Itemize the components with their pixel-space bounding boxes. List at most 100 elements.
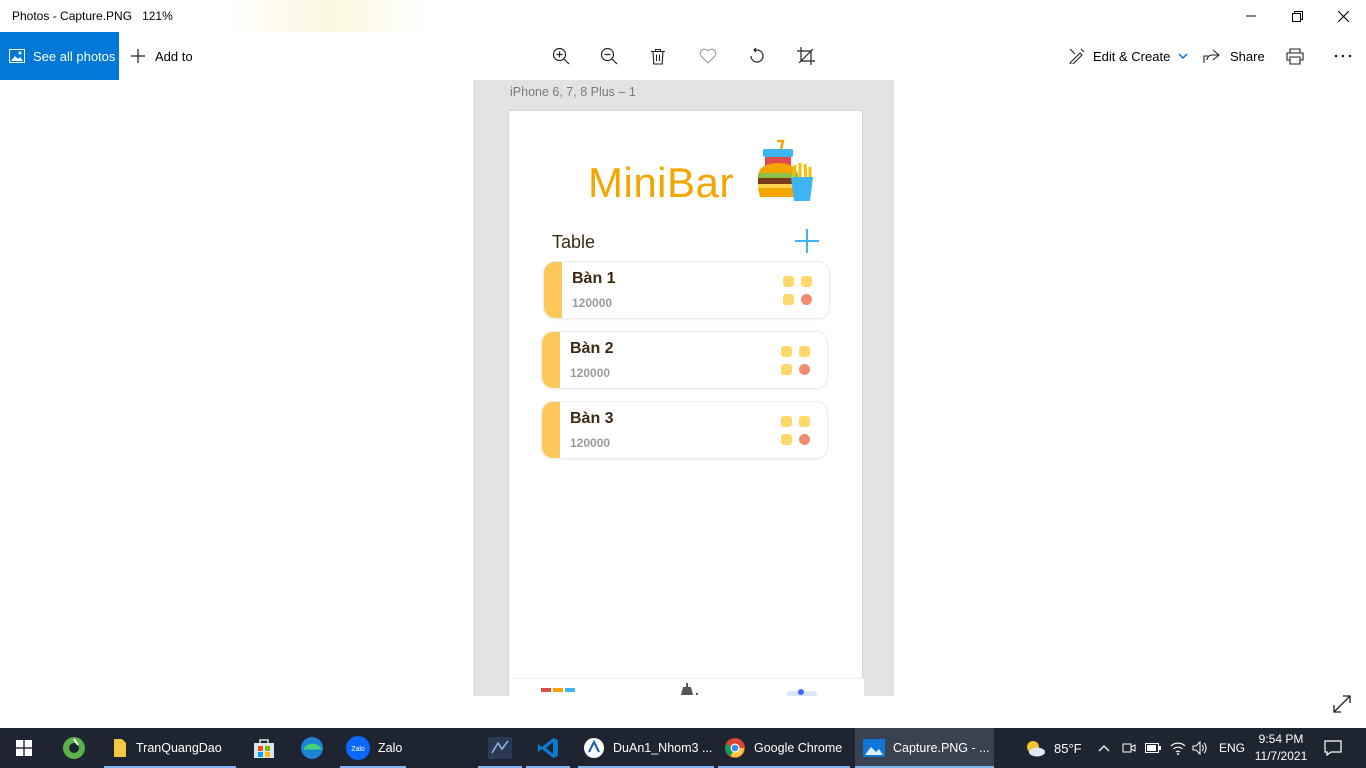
share-button[interactable]: Share bbox=[1203, 32, 1265, 80]
delete-button[interactable] bbox=[646, 44, 670, 68]
add-to-label: Add to bbox=[155, 48, 193, 64]
browser-app-icon bbox=[63, 737, 85, 759]
database-tool-icon bbox=[488, 737, 512, 759]
share-label: Share bbox=[1230, 48, 1265, 64]
table-card: Bàn 2 120000 bbox=[541, 331, 828, 389]
network-button[interactable] bbox=[1170, 728, 1186, 768]
taskbar-item-label: Zalo bbox=[378, 741, 403, 755]
app-logo-text: MiniBar bbox=[588, 159, 734, 206]
rotate-button[interactable] bbox=[745, 44, 769, 68]
rotate-icon bbox=[750, 47, 764, 63]
taskbar-app-store[interactable] bbox=[242, 728, 286, 768]
table-price: 120000 bbox=[570, 436, 611, 450]
close-button[interactable] bbox=[1320, 0, 1366, 32]
taskbar-item-project[interactable]: DuAn1_Nhom3 ... bbox=[578, 728, 714, 768]
edit-create-button[interactable]: Edit & Create bbox=[1069, 32, 1188, 80]
clock-time: 9:54 PM bbox=[1258, 732, 1304, 746]
taskbar-app-coccoc[interactable] bbox=[52, 728, 96, 768]
zoom-out-icon bbox=[600, 47, 618, 65]
edit-create-icon bbox=[1069, 48, 1085, 64]
restore-button[interactable] bbox=[1274, 0, 1320, 32]
profile-nav-icon bbox=[787, 689, 817, 696]
volume-button[interactable] bbox=[1192, 728, 1208, 768]
share-icon bbox=[1203, 49, 1220, 64]
window-title-text: Photos - Capture.PNG bbox=[12, 9, 133, 23]
bottom-navigation bbox=[509, 678, 864, 696]
taskbar-item-photos[interactable]: Capture.PNG - ... bbox=[855, 728, 994, 768]
notification-icon bbox=[1324, 740, 1342, 756]
artboard-label: iPhone 6, 7, 8 Plus – 1 bbox=[510, 85, 636, 99]
folder-icon bbox=[114, 739, 126, 757]
meet-now-button[interactable] bbox=[1122, 728, 1136, 768]
taskbar-item-file-explorer[interactable]: TranQuangDao bbox=[104, 728, 236, 768]
clock[interactable]: 9:54 PM 11/7/2021 bbox=[1252, 731, 1310, 765]
start-button[interactable] bbox=[0, 728, 48, 768]
table-name: Bàn 1 bbox=[572, 270, 616, 287]
see-all-photos-button[interactable]: See all photos bbox=[0, 32, 119, 80]
store-icon bbox=[254, 739, 274, 758]
minimize-icon bbox=[1246, 15, 1256, 17]
add-to-button[interactable]: Add to bbox=[130, 32, 193, 80]
taskbar-app-database[interactable] bbox=[478, 728, 522, 768]
battery-button[interactable] bbox=[1145, 728, 1161, 768]
chevron-up-icon bbox=[1098, 745, 1110, 752]
plus-icon bbox=[130, 48, 146, 64]
more-icon bbox=[1334, 54, 1352, 58]
section-title: Table bbox=[552, 232, 596, 252]
edge-icon bbox=[301, 737, 323, 759]
clock-date: 11/7/2021 bbox=[1254, 749, 1308, 763]
grid-dots-icon bbox=[781, 416, 811, 446]
see-all-photos-label: See all photos bbox=[33, 48, 116, 64]
table-card: Bàn 1 120000 bbox=[543, 261, 830, 319]
table-name: Bàn 3 bbox=[570, 410, 614, 427]
chrome-icon bbox=[725, 738, 745, 758]
minimize-button[interactable] bbox=[1228, 0, 1274, 32]
crop-button[interactable] bbox=[794, 44, 818, 68]
print-icon bbox=[1286, 47, 1304, 65]
input-language-button[interactable]: ENG bbox=[1219, 728, 1245, 768]
windows-icon bbox=[16, 740, 32, 756]
full-screen-button[interactable] bbox=[1330, 692, 1354, 716]
zoom-level: 121% bbox=[142, 9, 173, 23]
taskbar-app-edge[interactable] bbox=[290, 728, 334, 768]
title-bar: Photos - Capture.PNG 121% bbox=[0, 0, 1366, 32]
camera-icon bbox=[1122, 743, 1136, 753]
more-options-button[interactable] bbox=[1331, 44, 1355, 68]
zoom-in-button[interactable] bbox=[549, 44, 573, 68]
zoom-out-button[interactable] bbox=[597, 44, 621, 68]
chevron-down-icon bbox=[1178, 53, 1188, 59]
phone-screen: MiniBar Table Bàn 1 120000 Bàn 2 120000 … bbox=[508, 110, 864, 696]
expand-icon bbox=[1333, 695, 1351, 713]
zalo-icon: Zalo bbox=[346, 736, 370, 760]
table-price: 120000 bbox=[570, 366, 611, 380]
app-window-icon bbox=[584, 738, 604, 758]
trash-icon bbox=[651, 48, 665, 65]
taskbar-item-label: Capture.PNG - ... bbox=[893, 741, 990, 755]
photos-icon bbox=[9, 49, 25, 63]
image-canvas[interactable]: iPhone 6, 7, 8 Plus – 1 MiniBar Table Bà… bbox=[473, 80, 894, 696]
grid-dots-icon bbox=[781, 346, 811, 376]
taskbar-item-label: Google Chrome bbox=[754, 741, 843, 755]
taskbar-item-label: TranQuangDao bbox=[136, 741, 222, 755]
table-name: Bàn 2 bbox=[570, 340, 614, 357]
taskbar-item-chrome[interactable]: Google Chrome bbox=[718, 728, 850, 768]
taskbar-item-zalo[interactable]: Zalo Zalo bbox=[340, 728, 406, 768]
table-card: Bàn 3 120000 bbox=[541, 401, 828, 459]
print-button[interactable] bbox=[1283, 44, 1307, 68]
zoom-in-icon bbox=[552, 47, 570, 65]
notifications-button[interactable] bbox=[1324, 728, 1342, 768]
favorite-button[interactable] bbox=[696, 44, 720, 68]
table-price: 120000 bbox=[572, 296, 613, 310]
menu-nav-icon bbox=[541, 688, 575, 692]
add-icon bbox=[795, 229, 819, 253]
taskbar: TranQuangDao Zalo Zalo DuAn1_Nhom3 ... G… bbox=[0, 728, 1366, 768]
weather-widget[interactable]: 85°F bbox=[1024, 728, 1082, 768]
show-hidden-icons-button[interactable] bbox=[1098, 728, 1110, 768]
toolbar: See all photos Add to Edit & Create Shar… bbox=[0, 32, 1366, 80]
card-accent-strip bbox=[544, 262, 562, 318]
window-title: Photos - Capture.PNG 121% bbox=[12, 9, 173, 23]
svg-text:Zalo: Zalo bbox=[351, 746, 365, 753]
restore-icon bbox=[1291, 10, 1303, 22]
taskbar-app-vscode[interactable] bbox=[526, 728, 570, 768]
taskbar-item-label: DuAn1_Nhom3 ... bbox=[613, 741, 713, 755]
